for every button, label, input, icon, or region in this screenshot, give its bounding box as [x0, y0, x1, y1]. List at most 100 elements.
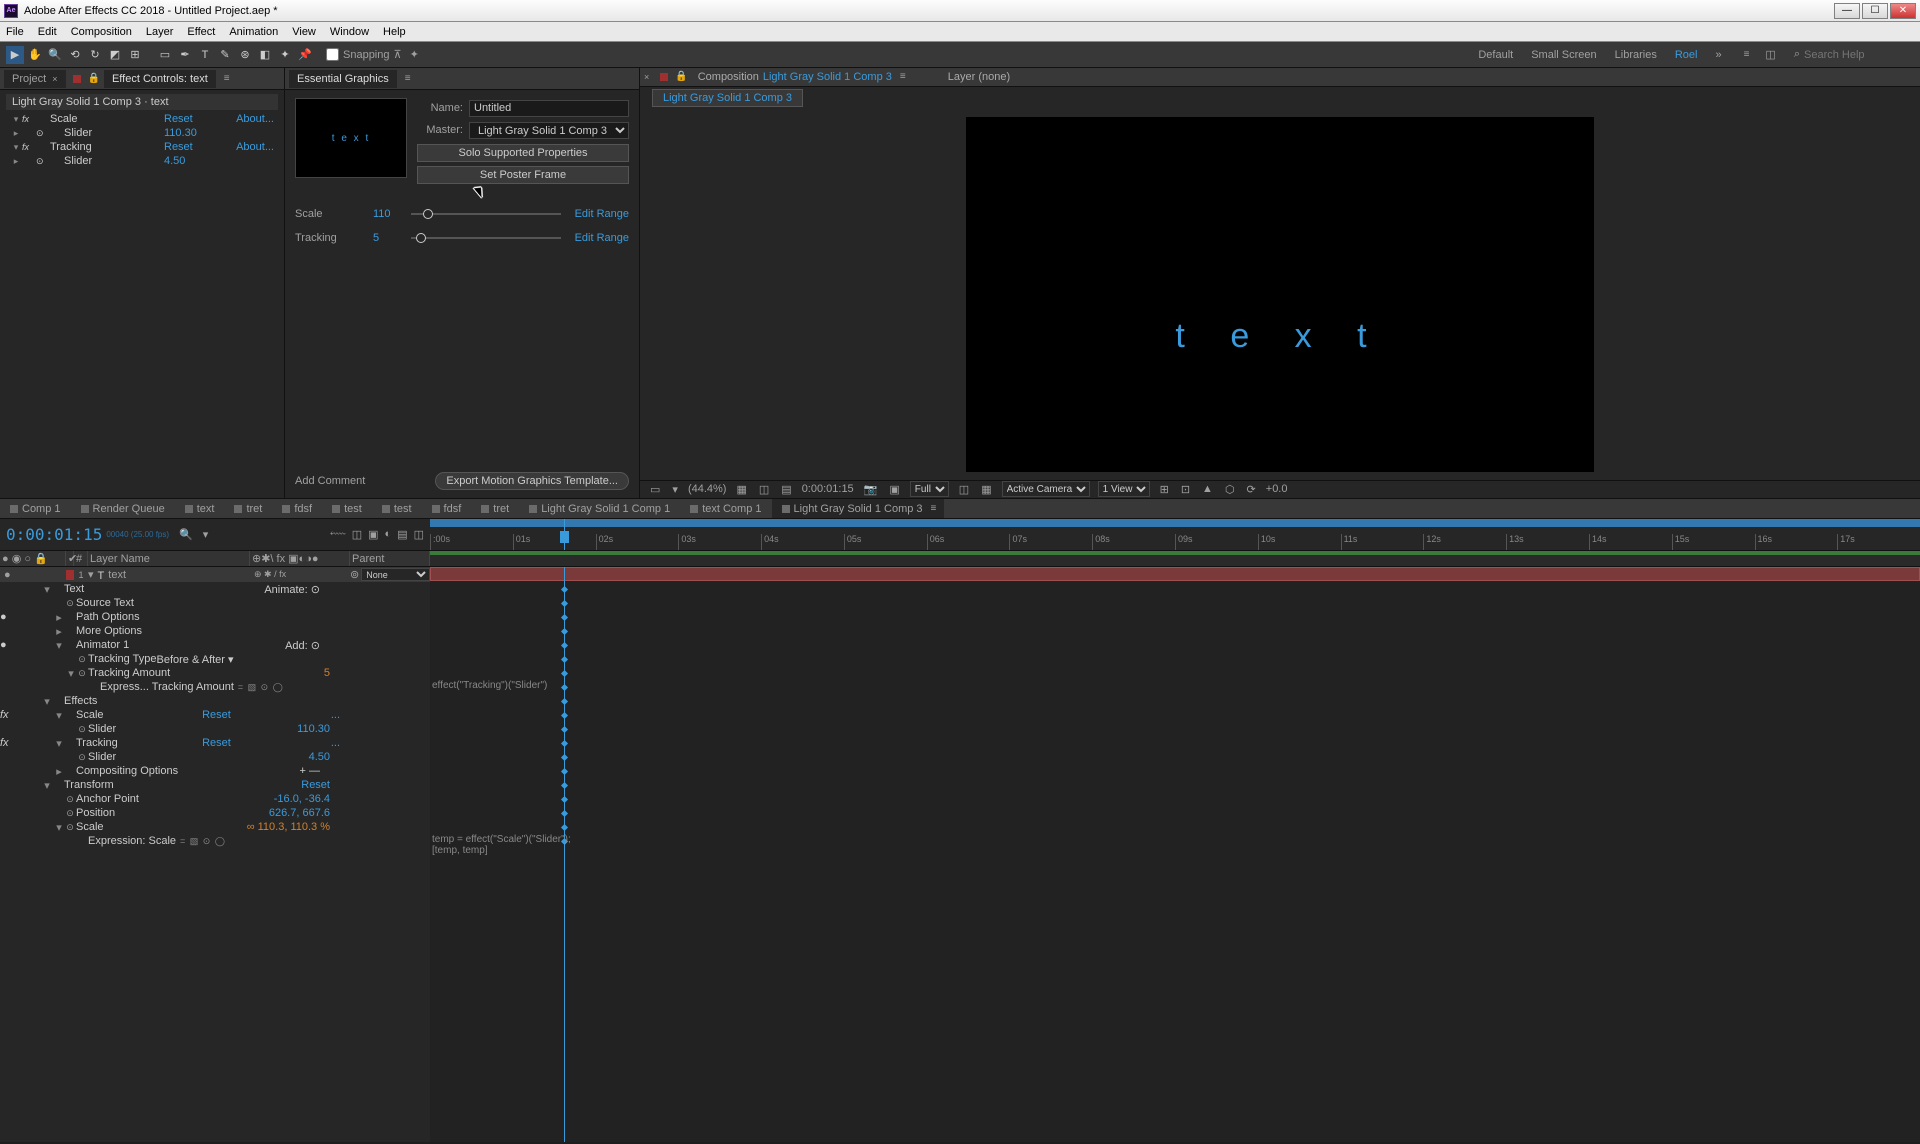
exposure-value[interactable]: +0.0	[1266, 483, 1288, 495]
property-value[interactable]: -16.0, -36.4	[274, 793, 330, 805]
view-select[interactable]: 1 View	[1098, 481, 1150, 497]
property-value[interactable]: ∞ 110.3, 110.3 %	[247, 821, 330, 833]
property-row[interactable]: ⊙Anchor Point-16.0, -36.4	[0, 792, 430, 806]
pen-tool[interactable]: ✒	[176, 46, 194, 64]
timeline-tab[interactable]: test	[322, 499, 372, 518]
set-poster-frame-button[interactable]: Set Poster Frame	[417, 166, 629, 184]
zoom-tool[interactable]: 🔍	[46, 46, 64, 64]
stopwatch-icon[interactable]: ⊙	[76, 752, 88, 763]
property-row[interactable]: ●▸Path Options	[0, 610, 430, 624]
property-row[interactable]: ▸More Options	[0, 624, 430, 638]
menu-composition[interactable]: Composition	[71, 26, 132, 38]
workspace-default[interactable]: Default	[1478, 49, 1513, 61]
flowchart-icon[interactable]: ⬡	[1223, 483, 1237, 496]
solo-properties-button[interactable]: Solo Supported Properties	[417, 144, 629, 162]
workspace-overflow-icon[interactable]: »	[1715, 49, 1721, 61]
timeline-search-icon[interactable]: 🔍	[179, 528, 193, 541]
eg-slider-track[interactable]	[411, 213, 561, 215]
property-row[interactable]: ●▾Animator 1Add: ⊙	[0, 638, 430, 652]
stopwatch-icon[interactable]: ⊙	[64, 822, 76, 833]
property-value[interactable]: 110.30	[297, 723, 330, 735]
eg-name-input[interactable]	[469, 100, 629, 117]
workspace-user[interactable]: Roel	[1675, 49, 1698, 61]
stopwatch-icon[interactable]: ⊙	[64, 598, 76, 609]
timeline-tab[interactable]: fdsf	[422, 499, 472, 518]
property-row[interactable]: ⊙Tracking TypeBefore & After ▾	[0, 652, 430, 666]
stopwatch-icon[interactable]: ⊙	[64, 808, 76, 819]
twirl-icon[interactable]: ▸	[54, 611, 64, 624]
twirl-icon[interactable]: ▸	[54, 765, 64, 778]
expression-tools[interactable]: = ▧ ⊙ ◯	[180, 836, 226, 847]
property-value[interactable]: Reset	[202, 709, 231, 721]
twirl-icon[interactable]: ▾	[54, 709, 64, 722]
keyframe-marker[interactable]	[561, 768, 568, 775]
motion-blur-icon[interactable]: ◐	[385, 528, 392, 541]
brush-tool[interactable]: ✎	[216, 46, 234, 64]
resolution-icon[interactable]: ▦	[734, 483, 748, 496]
workspace-small-screen[interactable]: Small Screen	[1531, 49, 1596, 61]
breadcrumb-item[interactable]: Light Gray Solid 1 Comp 3	[652, 89, 803, 107]
keyframe-marker[interactable]	[561, 824, 568, 831]
timeline-timecode[interactable]: 0:00:01:15	[6, 525, 102, 544]
menu-animation[interactable]: Animation	[229, 26, 278, 38]
timeline-tab[interactable]: Light Gray Solid 1 Comp 1	[519, 499, 680, 518]
twirl-icon[interactable]: ▸	[10, 128, 22, 139]
eraser-tool[interactable]: ◧	[256, 46, 274, 64]
channel-icon[interactable]: ◫	[757, 483, 771, 496]
menu-window[interactable]: Window	[330, 26, 369, 38]
timeline-tab[interactable]: Light Gray Solid 1 Comp 3≡	[772, 499, 945, 518]
stopwatch-icon[interactable]: ⊙	[64, 794, 76, 805]
expression-tools[interactable]: = ▧ ⊙ ◯	[238, 682, 284, 693]
eg-slider-value[interactable]: 110	[373, 208, 403, 220]
keyframe-marker[interactable]	[561, 656, 568, 663]
timeline-icon[interactable]: ▲	[1200, 483, 1215, 495]
close-button[interactable]: ✕	[1890, 3, 1916, 19]
comp-mini-flowchart-icon[interactable]: ⬳	[330, 528, 346, 541]
menu-effect[interactable]: Effect	[187, 26, 215, 38]
property-options-link[interactable]: ...	[331, 709, 340, 721]
magnification-value[interactable]: (44.4%)	[688, 483, 727, 495]
layer-duration-bar[interactable]	[430, 567, 1920, 581]
pixel-aspect-icon[interactable]: ⊞	[1158, 483, 1171, 496]
panel-menu-icon[interactable]: ≡	[224, 73, 228, 84]
effect-controls-tab[interactable]: Effect Controls: text	[104, 70, 216, 88]
rectangle-tool[interactable]: ▭	[156, 46, 174, 64]
expression-text[interactable]: temp = effect("Scale")("Slider"); [temp,…	[432, 834, 571, 856]
twirl-icon[interactable]: ▾	[10, 142, 22, 153]
effect-value[interactable]: Reset	[164, 141, 224, 153]
add-comment-button[interactable]: Add Comment	[295, 475, 365, 487]
menu-layer[interactable]: Layer	[146, 26, 174, 38]
property-action[interactable]: Add: ⊙	[285, 639, 320, 652]
keyframe-marker[interactable]	[561, 740, 568, 747]
work-area-bar[interactable]	[430, 519, 1920, 527]
puppet-tool[interactable]: 📌	[296, 46, 314, 64]
stopwatch-icon[interactable]: ⊙	[36, 156, 50, 167]
keyframe-marker[interactable]	[561, 684, 568, 691]
property-row[interactable]: ▾Effects	[0, 694, 430, 708]
search-help[interactable]: ⌕	[1794, 48, 1914, 61]
composition-name[interactable]: Light Gray Solid 1 Comp 3	[763, 71, 892, 83]
property-row[interactable]: fx▾ScaleReset...	[0, 708, 430, 722]
magnify-dropdown-icon[interactable]: ▾	[670, 483, 680, 496]
keyframe-marker[interactable]	[561, 600, 568, 607]
graph-editor-icon[interactable]: ▤	[397, 528, 407, 541]
twirl-icon[interactable]: ▾	[42, 583, 52, 596]
property-options-link[interactable]: ...	[331, 737, 340, 749]
timeline-ruler[interactable]: :00s01s02s03s04s05s06s07s08s09s10s11s12s…	[430, 519, 1920, 550]
rotation-tool[interactable]: ↻	[86, 46, 104, 64]
property-action[interactable]: Animate: ⊙	[264, 583, 320, 596]
property-row[interactable]: ⊙Position626.7, 667.6	[0, 806, 430, 820]
resolution-select[interactable]: Full	[910, 481, 949, 497]
twirl-icon[interactable]: ▾	[42, 695, 52, 708]
expression-text[interactable]: effect("Tracking")("Slider")	[432, 680, 547, 691]
effect-row[interactable]: ▾fxTrackingResetAbout...	[6, 140, 278, 154]
twirl-icon[interactable]: ▾	[54, 821, 64, 834]
property-row[interactable]: fx▾TrackingReset...	[0, 736, 430, 750]
viewer-time[interactable]: 0:00:01:15	[802, 483, 854, 495]
pickwhip-icon[interactable]: ⊚	[350, 568, 359, 581]
layer-name[interactable]: text	[108, 569, 126, 581]
keyframe-marker[interactable]	[561, 614, 568, 621]
timeline-tab[interactable]: fdsf	[272, 499, 322, 518]
property-row[interactable]: ▾⊙Scale∞ 110.3, 110.3 %	[0, 820, 430, 834]
keyframe-marker[interactable]	[561, 726, 568, 733]
